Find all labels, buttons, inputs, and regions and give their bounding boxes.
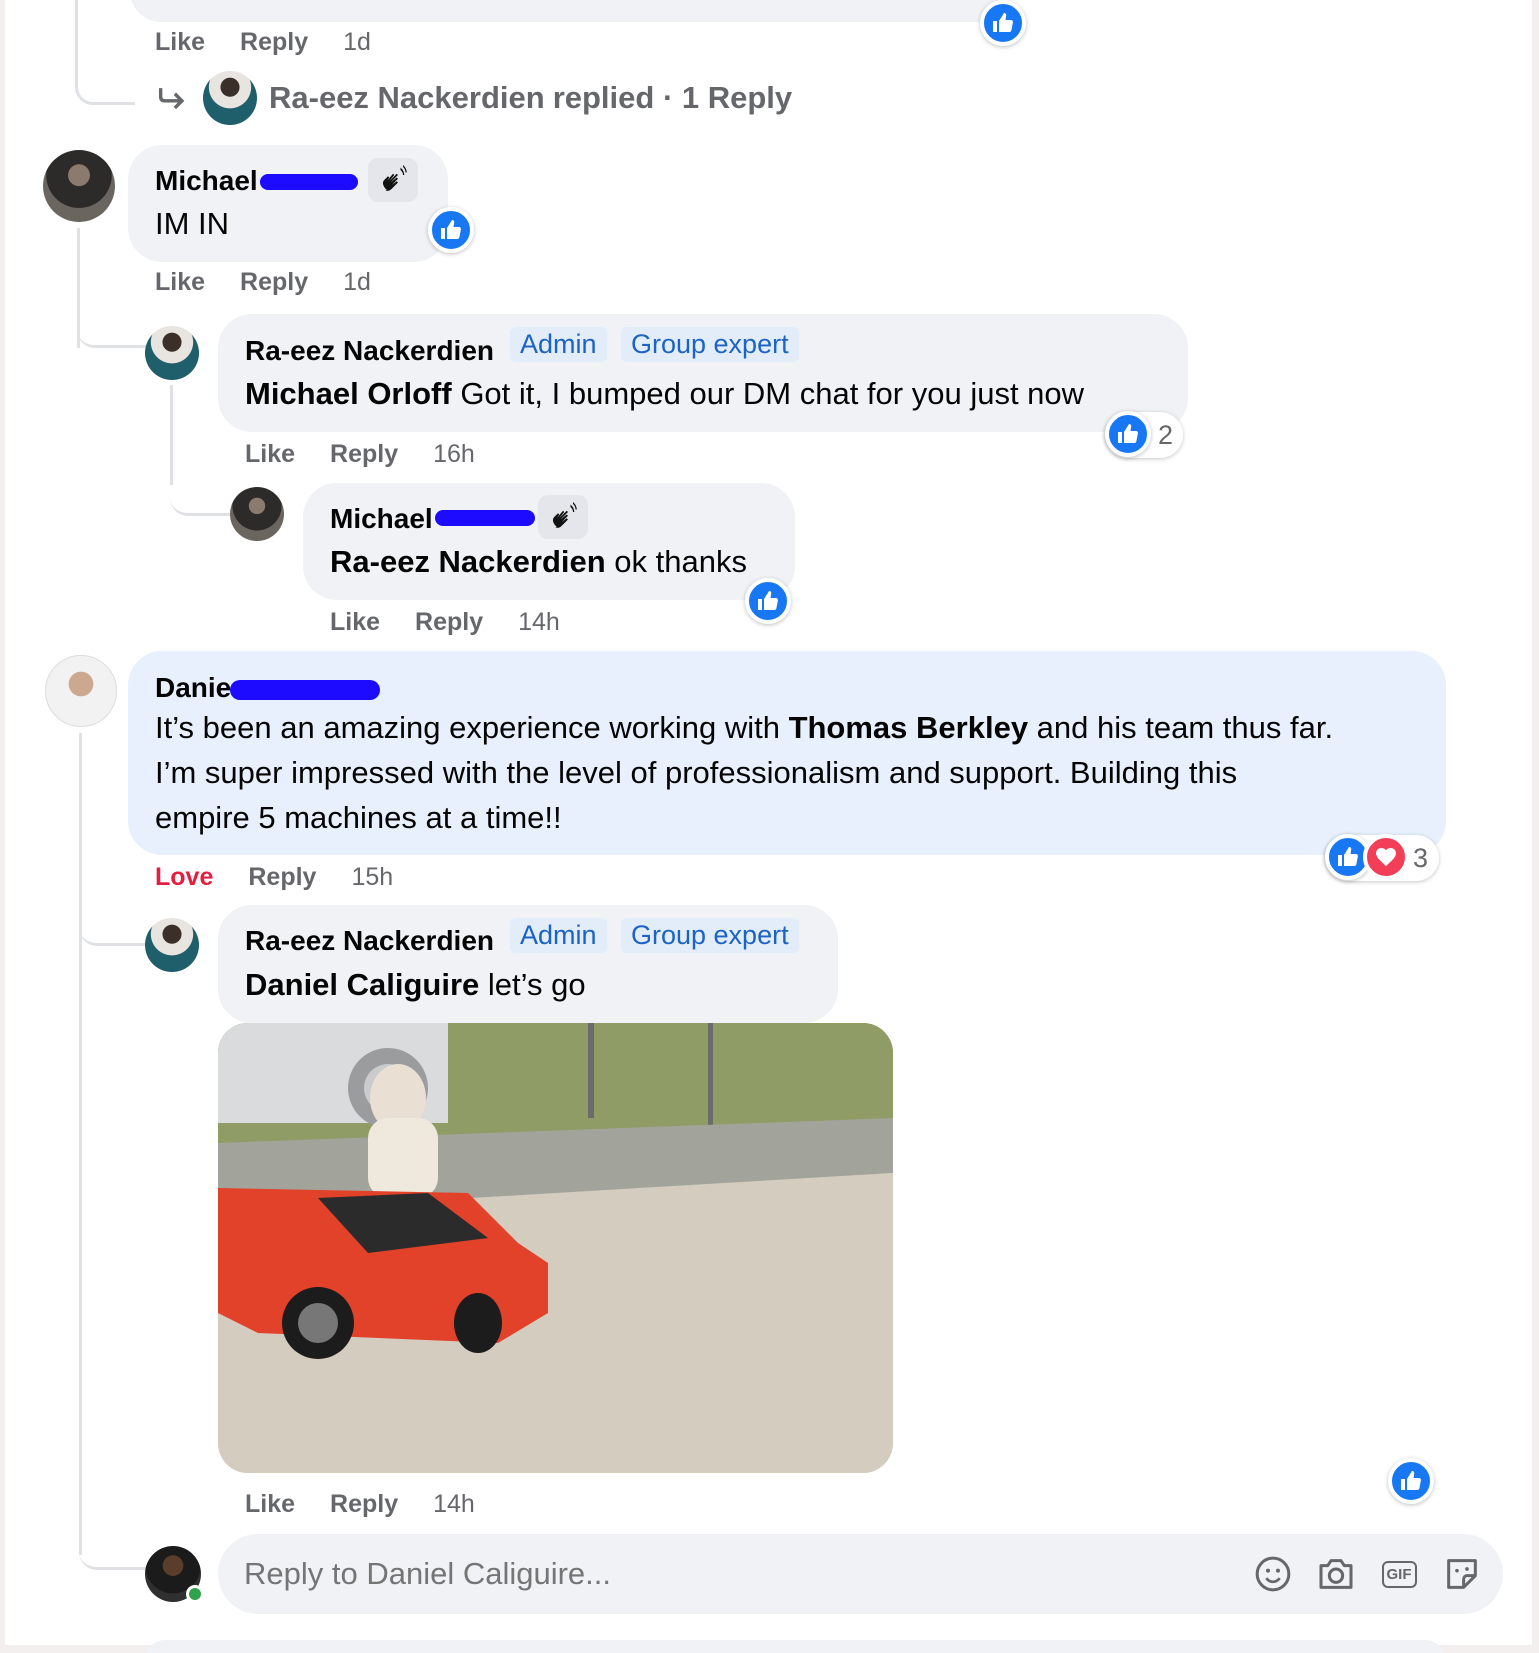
gif-attachment[interactable] <box>218 1023 893 1473</box>
comment-timestamp: 16h <box>433 440 475 468</box>
online-status-dot <box>186 1585 204 1603</box>
next-comment-bubble <box>145 1640 1445 1653</box>
avatar[interactable] <box>230 487 284 541</box>
previous-comment-actions: Like Reply 1d <box>155 28 371 57</box>
love-button[interactable]: Love <box>155 863 213 892</box>
comment-body: It’s been an amazing experience working … <box>155 710 789 745</box>
comment-actions: Like Reply 16h <box>245 440 475 469</box>
comment-actions: Like Reply 1d <box>155 268 371 297</box>
sticker-icon[interactable] <box>1442 1554 1482 1594</box>
comment-body: ok thanks <box>605 544 747 579</box>
like-reaction-icon <box>1105 411 1151 457</box>
reply-arrow-icon <box>158 88 185 110</box>
avatar[interactable] <box>145 326 199 380</box>
comment-author[interactable]: Michael <box>330 503 433 535</box>
avatar[interactable] <box>203 71 257 125</box>
comment-author[interactable]: Ra-eez Nackerdien <box>245 335 494 367</box>
previous-comment-bubble <box>130 0 1010 22</box>
emoji-icon[interactable] <box>1253 1554 1293 1594</box>
wave-badge-icon <box>368 158 418 202</box>
like-button[interactable]: Like <box>155 28 205 57</box>
camera-icon[interactable] <box>1316 1554 1356 1594</box>
mention-link[interactable]: Michael Orloff <box>245 376 452 411</box>
thread-connector <box>77 300 147 348</box>
group-expert-badge: Group expert <box>621 327 799 362</box>
reply-button[interactable]: Reply <box>330 440 398 469</box>
reply-input[interactable] <box>244 1548 1204 1600</box>
comment-body: and his team thus far. <box>1028 710 1334 745</box>
like-button[interactable]: Like <box>155 268 205 297</box>
admin-badge: Admin <box>510 918 607 953</box>
thread-connector <box>79 900 147 946</box>
avatar[interactable] <box>45 655 117 727</box>
thread-connector <box>79 1520 147 1570</box>
like-button[interactable]: Like <box>245 1490 295 1519</box>
comment-text-line: I’m super impressed with the level of pr… <box>155 755 1238 790</box>
comment-text-line: It’s been an amazing experience working … <box>155 707 1333 749</box>
comment-actions: Love Reply 15h <box>155 863 393 892</box>
avatar[interactable] <box>145 918 199 972</box>
reaction-count: 2 <box>1158 420 1174 450</box>
reaction-count: 3 <box>1413 843 1429 873</box>
reply-button[interactable]: Reply <box>240 28 308 57</box>
reply-button[interactable]: Reply <box>240 268 308 297</box>
mention-link[interactable]: Ra-eez Nackerdien <box>330 544 606 579</box>
avatar[interactable] <box>43 150 115 222</box>
thread-connector <box>75 0 135 105</box>
redaction-scribble <box>230 680 380 700</box>
like-reaction-icon[interactable] <box>980 0 1026 46</box>
comment-body: Got it, I bumped our DM chat for you jus… <box>451 376 1085 411</box>
comment-author[interactable]: Michael <box>155 165 258 197</box>
like-reaction-icon[interactable] <box>428 207 474 253</box>
wave-badge-icon <box>538 495 588 539</box>
mention-link[interactable]: Thomas Berkley <box>789 710 1029 745</box>
comment-text: Michael Orloff Got it, I bumped our DM c… <box>245 373 1084 415</box>
comment-timestamp: 14h <box>518 608 560 636</box>
gif-icon-label: GIF <box>1381 1560 1417 1588</box>
comment-text-line: empire 5 machines at a time!! <box>155 800 562 835</box>
comment-text: Ra-eez Nackerdien ok thanks <box>330 541 747 583</box>
comment-timestamp: 15h <box>351 863 394 891</box>
comment-actions: Like Reply 14h <box>245 1490 475 1519</box>
reply-button[interactable]: Reply <box>248 863 316 892</box>
group-expert-badge: Group expert <box>621 918 799 953</box>
reply-button[interactable]: Reply <box>330 1490 398 1519</box>
replied-suffix: replied · 1 Reply <box>552 80 793 115</box>
reply-button[interactable]: Reply <box>415 608 483 637</box>
admin-badge: Admin <box>510 327 607 362</box>
redaction-scribble <box>435 510 535 526</box>
like-button[interactable]: Like <box>245 440 295 469</box>
comment-text: IM IN <box>155 206 230 241</box>
mention-link[interactable]: Daniel Caliguire <box>245 967 479 1002</box>
comments-panel: Like Reply 1d Ra-eez Nackerdien replied … <box>5 0 1532 1653</box>
comment-author[interactable]: Ra-eez Nackerdien <box>245 925 494 957</box>
view-replies-link[interactable]: Ra-eez Nackerdien replied · 1 Reply <box>155 70 792 126</box>
redaction-scribble <box>260 174 358 190</box>
replied-author: Ra-eez Nackerdien <box>269 80 545 115</box>
comment-timestamp: 1d <box>343 28 371 56</box>
comment-text: Daniel Caliguire let’s go <box>245 964 586 1006</box>
comment-actions: Like Reply 14h <box>330 608 560 637</box>
comment-body: let’s go <box>479 967 586 1002</box>
gif-image <box>218 1023 893 1473</box>
like-reaction-icon[interactable] <box>1388 1458 1434 1504</box>
love-reaction-icon <box>1363 834 1409 880</box>
comment-timestamp: 14h <box>433 1490 475 1518</box>
comment-author[interactable]: Danie <box>155 672 231 704</box>
like-reaction-icon[interactable] <box>745 578 791 624</box>
thread-line <box>79 733 82 1555</box>
gif-icon[interactable]: GIF <box>1379 1554 1419 1594</box>
like-button[interactable]: Like <box>330 608 380 637</box>
thread-connector <box>170 470 230 516</box>
reply-composer: GIF <box>218 1534 1503 1614</box>
comment-timestamp: 1d <box>343 268 371 296</box>
